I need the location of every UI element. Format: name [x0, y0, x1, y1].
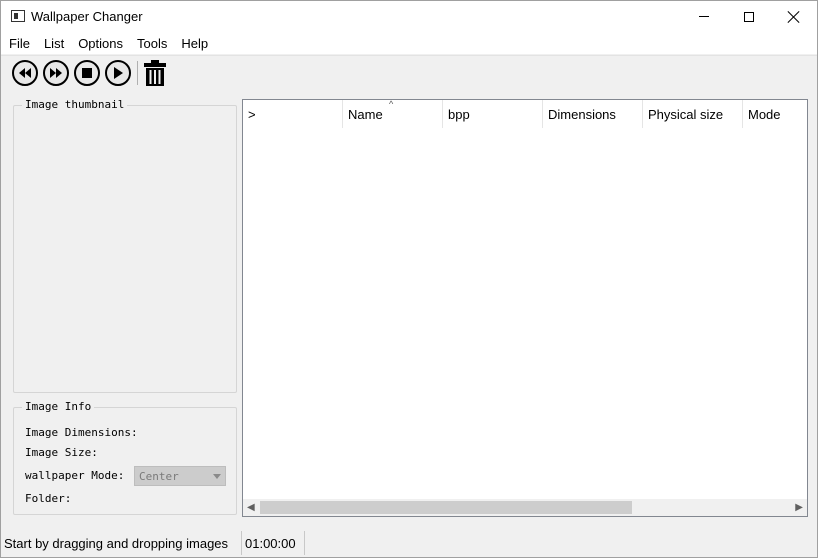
close-icon — [788, 11, 800, 23]
stop-button[interactable] — [74, 60, 100, 86]
menu-tools[interactable]: Tools — [129, 36, 173, 51]
status-separator — [241, 531, 242, 555]
chevron-down-icon — [213, 474, 221, 479]
menu-options[interactable]: Options — [70, 36, 129, 51]
list-header: > Name bpp Dimensions Physical size Mode… — [243, 99, 807, 128]
previous-icon — [19, 68, 31, 78]
trash-icon — [144, 60, 166, 86]
stop-icon — [82, 68, 92, 78]
column-label: Dimensions — [548, 107, 616, 122]
play-icon — [114, 67, 123, 79]
status-time: 01:00:00 — [245, 536, 296, 551]
minimize-icon — [699, 16, 709, 17]
close-button[interactable] — [771, 1, 817, 32]
scrollbar-thumb[interactable] — [260, 501, 632, 514]
app-icon — [11, 10, 25, 22]
column-label: > — [248, 107, 256, 122]
toolbar-separator — [137, 61, 138, 85]
scroll-left-icon[interactable]: ◀ — [247, 502, 255, 513]
column-label: Physical size — [648, 107, 724, 122]
image-info-group: Image Info Image Dimensions: Image Size:… — [13, 400, 237, 515]
column-label: Name — [348, 107, 383, 122]
image-thumbnail-group: Image thumbnail — [13, 98, 237, 393]
status-separator — [304, 531, 305, 555]
column-label: Mode — [748, 107, 781, 122]
column-header-dimensions[interactable]: Dimensions — [543, 100, 643, 128]
image-dimensions-label: Image Dimensions: — [25, 426, 138, 439]
maximize-button[interactable] — [726, 1, 772, 32]
scroll-right-icon[interactable]: ▶ — [795, 502, 803, 513]
wallpaper-mode-label: wallpaper Mode: — [25, 469, 125, 482]
menu-bar: File List Options Tools Help — [1, 32, 817, 54]
next-button[interactable] — [43, 60, 69, 86]
status-bar: Start by dragging and dropping images 01… — [1, 529, 817, 557]
image-size-label: Image Size: — [25, 446, 98, 459]
menu-list[interactable]: List — [36, 36, 70, 51]
menu-help[interactable]: Help — [173, 36, 214, 51]
delete-button[interactable] — [144, 60, 166, 86]
info-group-title: Image Info — [22, 400, 95, 413]
column-label: bpp — [448, 107, 470, 122]
window-title: Wallpaper Changer — [31, 9, 143, 24]
maximize-icon — [744, 11, 754, 22]
folder-label: Folder: — [25, 492, 72, 505]
thumbnail-group-title: Image thumbnail — [22, 98, 128, 111]
left-panel: Image thumbnail Image Info Image Dimensi… — [7, 95, 239, 517]
image-list[interactable]: > Name bpp Dimensions Physical size Mode… — [242, 99, 808, 517]
minimize-button[interactable] — [681, 1, 727, 32]
sort-indicator-icon: ^ — [389, 99, 394, 109]
title-bar: Wallpaper Changer — [1, 1, 817, 32]
menu-file[interactable]: File — [1, 36, 36, 51]
wallpaper-mode-select[interactable]: Center — [134, 466, 226, 486]
toolbar — [1, 55, 817, 89]
column-header-mode[interactable]: Mode — [743, 100, 807, 128]
play-button[interactable] — [105, 60, 131, 86]
next-icon — [50, 68, 62, 78]
wallpaper-mode-value: Center — [139, 470, 179, 483]
previous-button[interactable] — [12, 60, 38, 86]
main-window: Wallpaper Changer File List Options Tool… — [0, 0, 818, 558]
column-header-bpp[interactable]: bpp — [443, 100, 543, 128]
horizontal-scrollbar[interactable]: ◀ ▶ — [243, 499, 807, 516]
status-message: Start by dragging and dropping images — [4, 536, 229, 551]
column-header-physical-size[interactable]: Physical size — [643, 100, 743, 128]
column-header-expand[interactable]: > — [243, 100, 343, 128]
